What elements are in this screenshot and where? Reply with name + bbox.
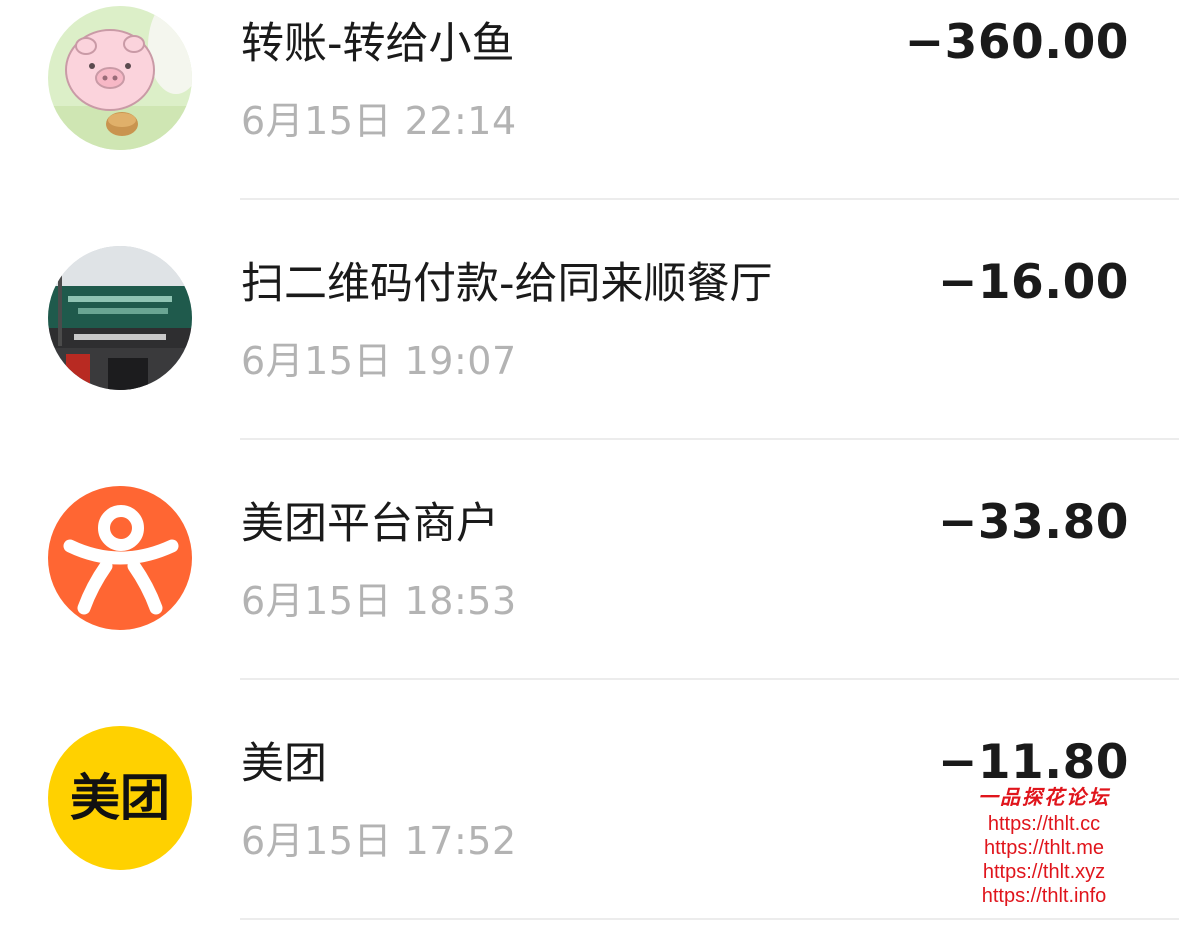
transaction-row[interactable]: 转账-转给小鱼 6月15日 22:14 −360.00	[0, 0, 1179, 240]
transaction-title: 美团	[241, 739, 327, 789]
transaction-time: 6月15日 18:53	[241, 579, 517, 623]
transaction-row[interactable]: 美团平台商户 6月15日 18:53 −33.80	[0, 480, 1179, 720]
watermark-link: https://thlt.info	[981, 885, 1107, 907]
row-divider	[240, 678, 1179, 680]
transaction-time: 6月15日 22:14	[241, 99, 517, 143]
watermark-brand: 一品探花论坛	[978, 785, 1110, 809]
transaction-title: 转账-转给小鱼	[241, 19, 515, 69]
dianping-logo-avatar	[48, 486, 192, 630]
transaction-row[interactable]: 扫二维码付款-给同来顺餐厅 6月15日 19:07 −16.00	[0, 240, 1179, 480]
meituan-logo-text: 美团	[70, 769, 170, 827]
pig-cartoon-avatar	[48, 6, 192, 150]
transaction-amount: −33.80	[937, 495, 1129, 550]
transaction-title: 扫二维码付款-给同来顺餐厅	[241, 259, 773, 309]
meituan-logo-avatar: 美团	[48, 726, 192, 870]
watermark-link: https://thlt.me	[983, 837, 1105, 859]
transaction-amount: −16.00	[937, 255, 1129, 310]
transaction-time: 6月15日 19:07	[241, 339, 517, 383]
transaction-title: 美团平台商户	[241, 499, 499, 549]
row-divider	[240, 198, 1179, 200]
row-divider	[240, 438, 1179, 440]
watermark: 一品探花论坛 https://thlt.cc https://thlt.me h…	[944, 782, 1144, 908]
row-divider	[240, 918, 1179, 920]
watermark-link: https://thlt.xyz	[982, 861, 1106, 883]
watermark-link: https://thlt.cc	[987, 813, 1101, 835]
restaurant-storefront-avatar	[48, 246, 192, 390]
transaction-time: 6月15日 17:52	[241, 819, 517, 863]
transaction-amount: −360.00	[904, 15, 1129, 70]
